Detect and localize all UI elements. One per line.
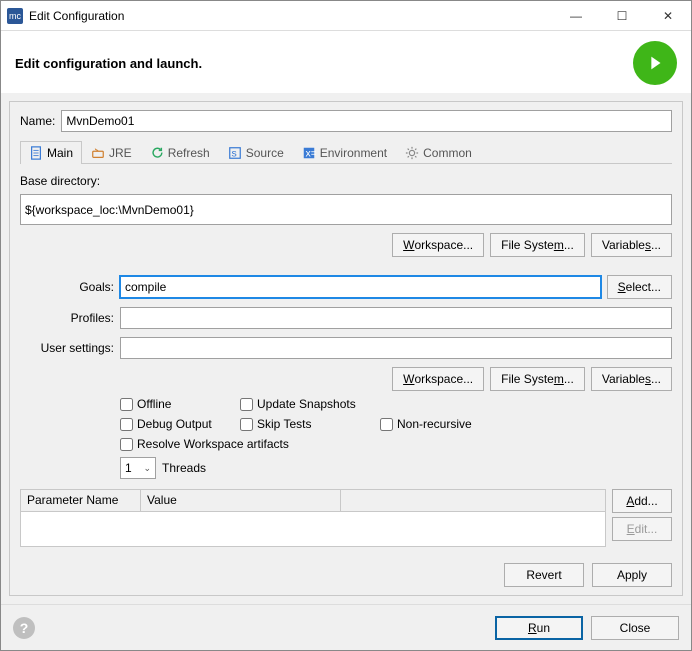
environment-icon: x=	[302, 146, 316, 160]
base-directory-input[interactable]	[20, 194, 672, 225]
gear-icon	[405, 146, 419, 160]
update-snapshots-checkbox[interactable]: Update Snapshots	[240, 397, 380, 411]
col-parameter-name[interactable]: Parameter Name	[21, 490, 141, 511]
basedir-filesystem-button[interactable]: File System...	[490, 233, 585, 257]
svg-text:s: s	[231, 148, 236, 160]
chevron-down-icon: ⌄	[143, 463, 151, 474]
tab-main-label: Main	[47, 146, 73, 160]
close-window-button[interactable]: ✕	[645, 1, 691, 31]
usersettings-variables-button[interactable]: Variables...	[591, 367, 672, 391]
document-icon	[29, 146, 43, 160]
help-icon[interactable]: ?	[13, 617, 35, 639]
usersettings-filesystem-button[interactable]: File System...	[490, 367, 585, 391]
jre-icon	[91, 146, 105, 160]
svg-text:x=: x=	[305, 148, 316, 160]
usersettings-workspace-button[interactable]: Workspace...	[392, 367, 484, 391]
refresh-icon	[150, 146, 164, 160]
title-bar: mc Edit Configuration — ☐ ✕	[1, 1, 691, 31]
profiles-label: Profiles:	[20, 311, 114, 325]
goals-label: Goals:	[20, 280, 114, 294]
tab-main-body: Base directory: Workspace... File System…	[20, 168, 672, 587]
tab-common[interactable]: Common	[396, 141, 481, 164]
run-button[interactable]: Run	[495, 616, 583, 640]
config-panel: Name: Main JRE Refresh s Source x=	[9, 101, 683, 596]
basedir-variables-button[interactable]: Variables...	[591, 233, 672, 257]
dialog-footer: ? Run Close	[1, 604, 691, 650]
name-input[interactable]	[61, 110, 672, 132]
tab-source[interactable]: s Source	[219, 141, 293, 164]
threads-value: 1	[125, 461, 132, 475]
basedir-workspace-button[interactable]: Workspace...	[392, 233, 484, 257]
tab-common-label: Common	[423, 146, 472, 160]
user-settings-label: User settings:	[20, 341, 114, 355]
tab-refresh-label: Refresh	[168, 146, 210, 160]
run-icon	[633, 41, 677, 85]
app-icon: mc	[7, 8, 23, 24]
checkbox-group: Offline Update Snapshots Debug Output Sk…	[120, 397, 672, 451]
close-button[interactable]: Close	[591, 616, 679, 640]
threads-spinner[interactable]: 1 ⌄	[120, 457, 156, 479]
debug-output-checkbox[interactable]: Debug Output	[120, 417, 240, 431]
window-title: Edit Configuration	[29, 9, 553, 23]
apply-button[interactable]: Apply	[592, 563, 672, 587]
dialog-header: Edit configuration and launch.	[1, 31, 691, 93]
tab-jre[interactable]: JRE	[82, 141, 141, 164]
col-value[interactable]: Value	[141, 490, 341, 511]
tab-jre-label: JRE	[109, 146, 132, 160]
col-empty	[341, 490, 605, 511]
tab-refresh[interactable]: Refresh	[141, 141, 219, 164]
dialog-heading: Edit configuration and launch.	[15, 56, 633, 71]
goals-select-button[interactable]: Select...	[607, 275, 672, 299]
name-label: Name:	[20, 114, 55, 128]
skip-tests-checkbox[interactable]: Skip Tests	[240, 417, 380, 431]
param-add-button[interactable]: Add...	[612, 489, 672, 513]
goals-input[interactable]	[120, 276, 601, 298]
non-recursive-checkbox[interactable]: Non-recursive	[380, 417, 520, 431]
resolve-workspace-checkbox[interactable]: Resolve Workspace artifacts	[120, 437, 520, 451]
profiles-input[interactable]	[120, 307, 672, 329]
base-directory-label: Base directory:	[20, 174, 672, 188]
minimize-button[interactable]: —	[553, 1, 599, 31]
table-header: Parameter Name Value	[21, 490, 605, 512]
name-row: Name:	[20, 110, 672, 132]
source-icon: s	[228, 146, 242, 160]
tab-bar: Main JRE Refresh s Source x= Environment…	[20, 140, 672, 164]
tab-source-label: Source	[246, 146, 284, 160]
maximize-button[interactable]: ☐	[599, 1, 645, 31]
param-edit-button: Edit...	[612, 517, 672, 541]
parameters-table[interactable]: Parameter Name Value	[20, 489, 606, 547]
offline-checkbox[interactable]: Offline	[120, 397, 240, 411]
threads-label: Threads	[162, 461, 206, 475]
tab-main[interactable]: Main	[20, 141, 82, 164]
tab-environment[interactable]: x= Environment	[293, 141, 396, 164]
tab-environment-label: Environment	[320, 146, 387, 160]
table-body	[21, 512, 605, 546]
user-settings-input[interactable]	[120, 337, 672, 359]
revert-button[interactable]: Revert	[504, 563, 584, 587]
